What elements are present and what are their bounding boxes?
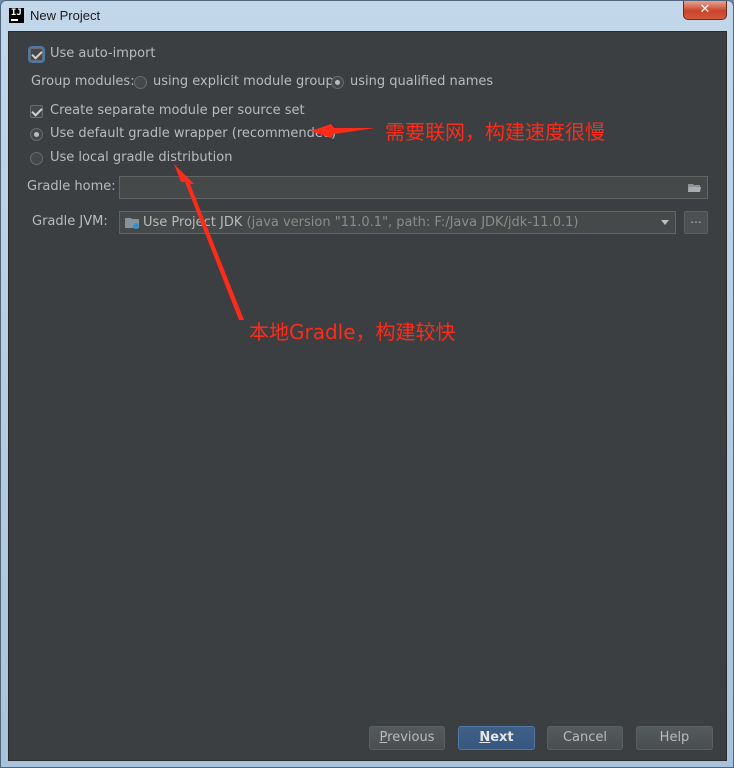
- intellij-idea-icon: IJ: [9, 8, 24, 23]
- cancel-button[interactable]: Cancel: [547, 726, 623, 750]
- title-bar[interactable]: IJ New Project ✕: [1, 1, 733, 31]
- window-title: New Project: [30, 8, 101, 23]
- dialog-content: Use auto-import Group modules: using exp…: [8, 31, 727, 761]
- next-button-label: Next: [479, 730, 514, 745]
- previous-button[interactable]: Previous: [369, 726, 445, 750]
- local-arrow-icon: [174, 164, 244, 320]
- next-button[interactable]: Next: [458, 726, 535, 750]
- new-project-window: IJ New Project ✕ Use auto-import Group m…: [0, 0, 734, 768]
- wrapper-arrow-icon: [311, 124, 375, 138]
- help-button[interactable]: Help: [636, 726, 713, 750]
- close-button[interactable]: ✕: [683, 1, 727, 20]
- annotation-arrows: [174, 124, 375, 320]
- previous-button-label: Previous: [379, 730, 435, 745]
